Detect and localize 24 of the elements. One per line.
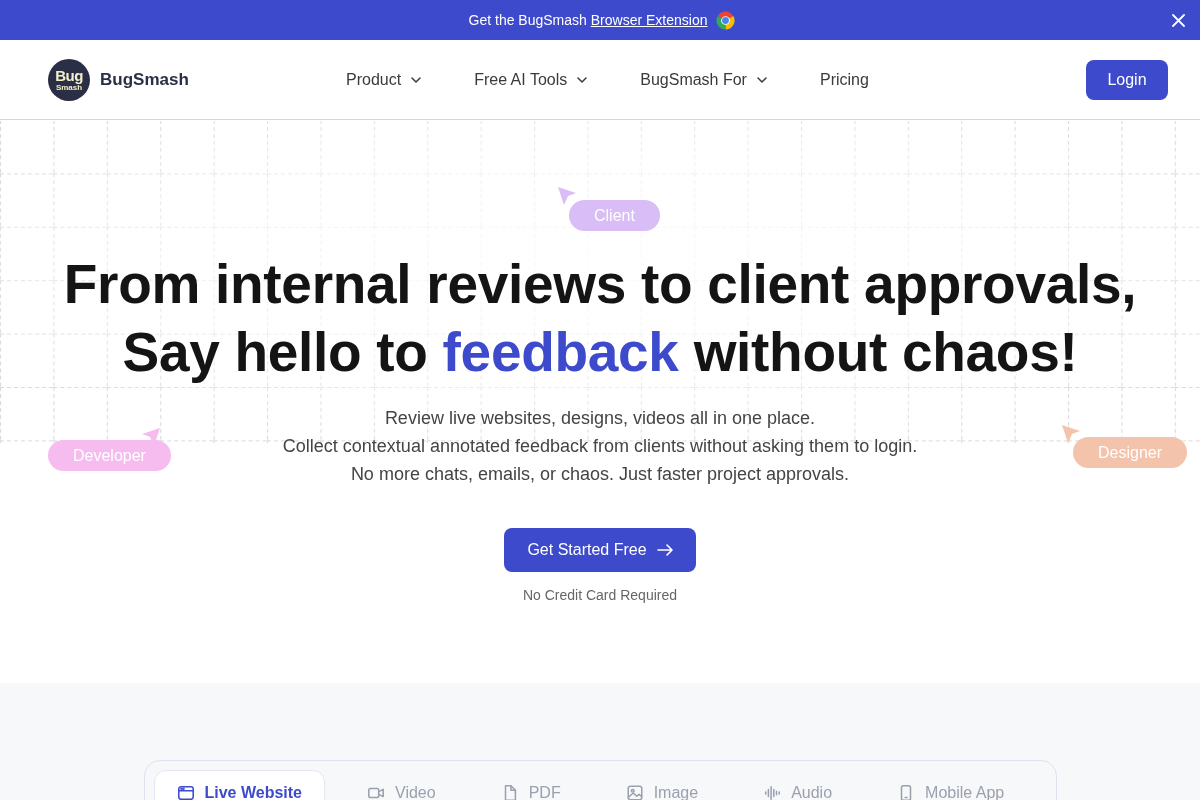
cursor-arrow-icon (1061, 424, 1081, 444)
media-tab[interactable]: Live Website (153, 770, 325, 800)
description: Review live websites, designs, videos all in one place. Collect contextual annotated feedback from clients without asking them to login. No more chats, emails, or chaos. Just faster project approvals. (282, 407, 918, 486)
nav-link[interactable]: Pricing (819, 67, 869, 92)
nav-link[interactable]: Product (346, 67, 422, 92)
browser-window-icon (176, 784, 195, 800)
nav-link[interactable]: BugSmash For (640, 67, 767, 92)
announcement-text: Get the BugSmash Browser Extension (468, 10, 708, 30)
logo-mark: Bug Smash (48, 58, 90, 101)
headline: From internal reviews to client approvals, Say hello to feedback without chaos! (63, 252, 1137, 385)
no-credit-card-note: No Credit Card Required (522, 586, 678, 605)
extension-link[interactable]: Browser Extension (590, 11, 708, 28)
sound-wave-icon (763, 784, 782, 800)
login-button[interactable]: Login (1086, 59, 1168, 100)
image-icon (625, 784, 644, 800)
get-started-button[interactable]: Get Started Free (504, 528, 696, 572)
cursor-arrow-icon (557, 186, 577, 206)
browser-logo-icon (716, 10, 736, 30)
arrow-right-icon (656, 544, 673, 556)
close-icon (1171, 13, 1185, 27)
cursor-label: Designer (1073, 437, 1188, 468)
brand-name: BugSmash (100, 68, 189, 91)
nav-link[interactable]: Free AI Tools (474, 67, 588, 92)
cursor-label: Client (569, 200, 660, 231)
